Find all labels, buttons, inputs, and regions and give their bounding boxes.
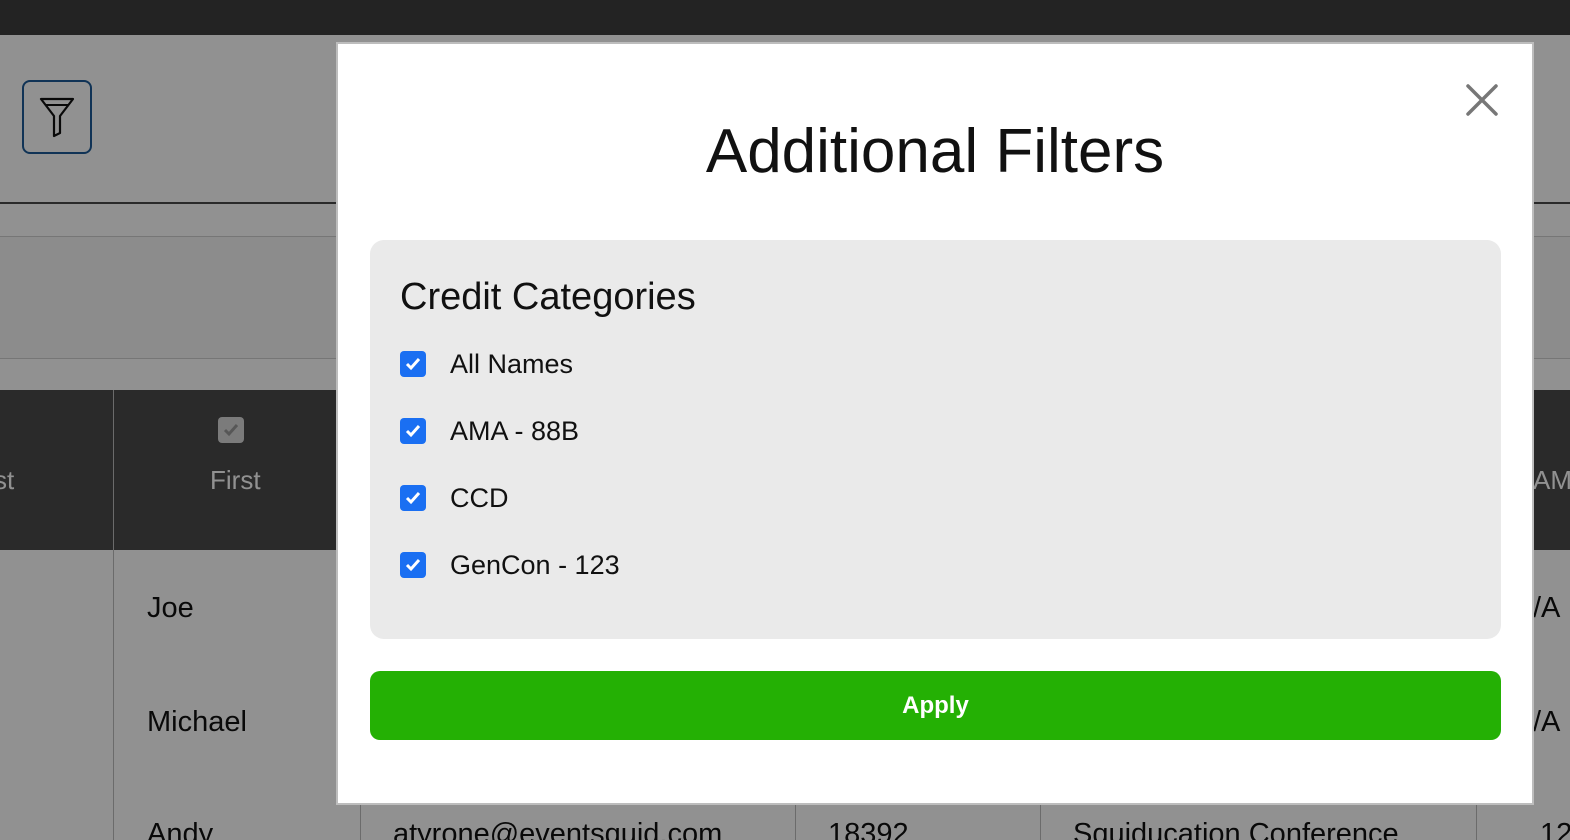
- check-icon: [405, 559, 421, 572]
- check-icon: [405, 425, 421, 438]
- check-icon: [405, 358, 421, 371]
- close-icon: [1466, 84, 1498, 116]
- checkbox[interactable]: [400, 418, 426, 444]
- option-ama-88b[interactable]: AMA - 88B: [400, 416, 579, 446]
- option-label: GenCon - 123: [450, 549, 620, 580]
- close-button[interactable]: [1462, 80, 1502, 120]
- section-title: Credit Categories: [400, 276, 696, 318]
- credit-categories-panel: Credit Categories All Names AMA - 88B CC…: [370, 240, 1501, 639]
- checkbox[interactable]: [400, 552, 426, 578]
- option-gencon-123[interactable]: GenCon - 123: [400, 550, 620, 580]
- additional-filters-modal: Additional Filters Credit Categories All…: [336, 42, 1534, 805]
- checkbox[interactable]: [400, 485, 426, 511]
- checkbox[interactable]: [400, 351, 426, 377]
- option-all-names[interactable]: All Names: [400, 349, 573, 379]
- option-ccd[interactable]: CCD: [400, 483, 509, 513]
- option-label: AMA - 88B: [450, 415, 580, 446]
- modal-title: Additional Filters: [705, 117, 1165, 186]
- option-label: All Names: [450, 348, 574, 379]
- check-icon: [405, 492, 421, 505]
- apply-button[interactable]: Apply: [370, 671, 1501, 740]
- option-label: CCD: [450, 482, 509, 513]
